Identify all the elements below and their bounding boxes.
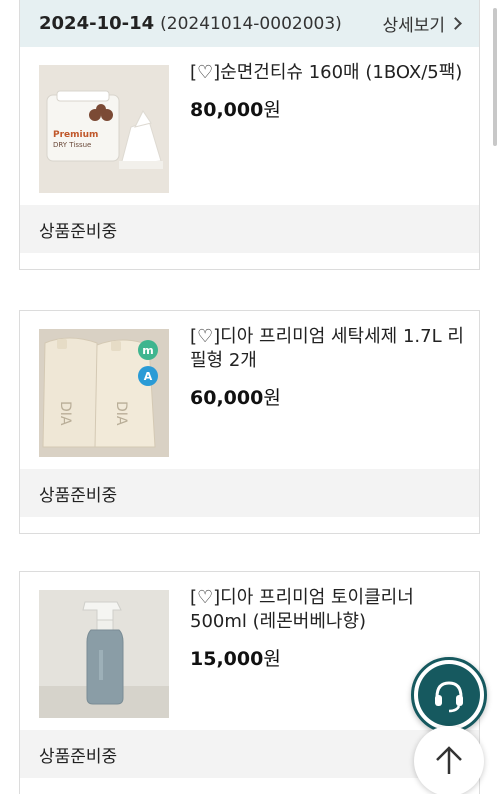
scrollbar[interactable] [493, 8, 497, 146]
product-price: 60,000원 [190, 383, 465, 410]
product-item[interactable]: Premium DRY Tissue [♡]순면건티슈 160매 (1BOX/5… [20, 47, 479, 205]
pouch-label-left: DIA [57, 401, 73, 426]
price-value: 80,000 [190, 99, 264, 121]
card-bottom-padding [20, 778, 479, 794]
product-price: 80,000원 [190, 95, 465, 122]
detergent-image: DIA DIA m A [39, 329, 169, 457]
order-header: 2024-10-14 (20241014-0002003) 상세보기 [20, 0, 479, 47]
product-thumbnail[interactable]: DIA DIA m A [39, 329, 169, 457]
product-info: [♡]순면건티슈 160매 (1BOX/5팩) 80,000원 [190, 61, 465, 122]
tissue-brand-text: Premium [53, 130, 98, 140]
status-bar: 상품준비중 [20, 205, 479, 253]
product-thumbnail[interactable]: Premium DRY Tissue [39, 65, 169, 193]
card-bottom-padding [20, 253, 479, 269]
badge-m: m [142, 344, 153, 357]
spray-bottle-image [39, 590, 169, 718]
product-info: [♡]디아 프리미엄 토이클리너 500ml (레몬버베나향) 15,000원 [190, 586, 465, 671]
scroll-top-button[interactable] [414, 726, 484, 794]
headset-icon [418, 664, 480, 726]
chevron-right-icon [449, 16, 462, 30]
order-card: DIA DIA m A [♡]디아 프리미엄 세탁세제 1.7L 리필형 2개 … [19, 310, 480, 534]
price-unit: 원 [263, 387, 281, 409]
detail-label: 상세보기 [382, 15, 445, 36]
order-status: 상품준비중 [39, 221, 118, 242]
tissue-sub-text: DRY Tissue [53, 141, 91, 149]
status-bar: 상품준비중 [20, 469, 479, 517]
product-thumbnail[interactable] [39, 590, 169, 718]
product-item[interactable]: [♡]디아 프리미엄 토이클리너 500ml (레몬버베나향) 15,000원 [20, 572, 479, 730]
status-bar: 상품준비중 [20, 730, 479, 778]
arrow-up-icon [436, 746, 462, 774]
pouch-label-right: DIA [113, 401, 129, 426]
badge-a: A [144, 370, 153, 383]
product-info: [♡]디아 프리미엄 세탁세제 1.7L 리필형 2개 60,000원 [190, 325, 465, 410]
order-date: 2024-10-14 [39, 12, 155, 34]
order-meta: 2024-10-14 (20241014-0002003) [39, 13, 342, 34]
product-item[interactable]: DIA DIA m A [♡]디아 프리미엄 세탁세제 1.7L 리필형 2개 … [20, 311, 479, 469]
order-number: (20241014-0002003) [160, 13, 342, 34]
price-value: 60,000 [190, 387, 264, 409]
price-unit: 원 [263, 99, 281, 121]
product-name[interactable]: [♡]디아 프리미엄 토이클리너 500ml (레몬버베나향) [190, 586, 465, 634]
detail-link[interactable]: 상세보기 [382, 11, 462, 36]
product-name[interactable]: [♡]디아 프리미엄 세탁세제 1.7L 리필형 2개 [190, 325, 465, 373]
price-value: 15,000 [190, 648, 264, 670]
order-status: 상품준비중 [39, 746, 118, 767]
tissue-pack-image: Premium DRY Tissue [39, 65, 169, 193]
price-unit: 원 [263, 648, 281, 670]
customer-service-button[interactable] [411, 657, 487, 733]
order-status: 상품준비중 [39, 485, 118, 506]
card-bottom-padding [20, 517, 479, 533]
order-card: 2024-10-14 (20241014-0002003) 상세보기 Premiu… [19, 0, 480, 270]
product-name[interactable]: [♡]순면건티슈 160매 (1BOX/5팩) [190, 61, 465, 85]
order-card: [♡]디아 프리미엄 토이클리너 500ml (레몬버베나향) 15,000원 … [19, 571, 480, 794]
